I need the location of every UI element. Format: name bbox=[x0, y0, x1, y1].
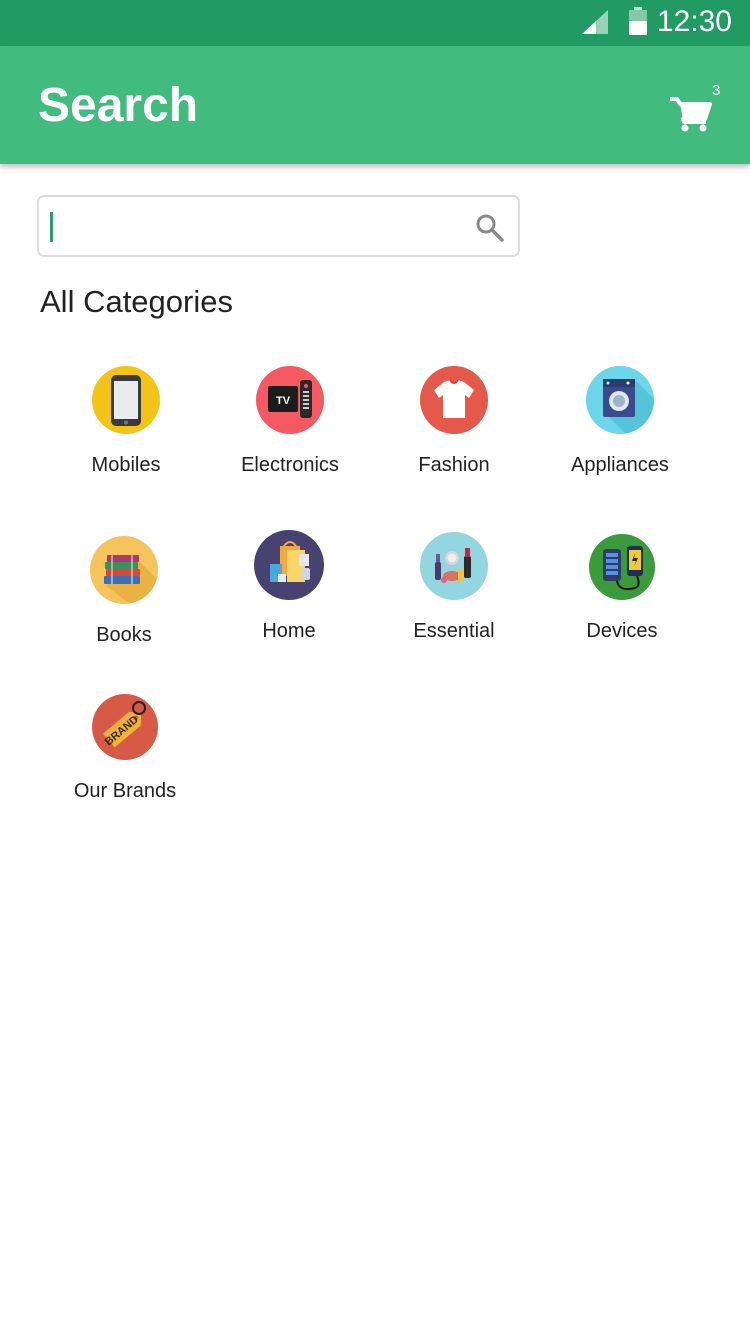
category-devices[interactable]: Devices bbox=[542, 534, 702, 644]
shopping-bags-icon bbox=[254, 530, 324, 600]
search-icon[interactable] bbox=[475, 213, 505, 248]
category-fashion[interactable]: Fashion bbox=[374, 366, 534, 478]
category-essential[interactable]: Essential bbox=[374, 532, 534, 644]
category-label: Home bbox=[262, 620, 316, 642]
categories-heading: All Categories bbox=[40, 284, 233, 319]
category-our-brands[interactable]: BRAND Our Brands bbox=[45, 694, 205, 804]
category-label: Appliances bbox=[571, 454, 669, 476]
search-input[interactable] bbox=[49, 205, 459, 247]
category-home[interactable]: Home bbox=[209, 530, 369, 644]
signal-icon bbox=[582, 10, 608, 39]
cart-button[interactable]: 3 bbox=[668, 82, 728, 136]
category-label: Electronics bbox=[241, 454, 339, 476]
washing-machine-icon bbox=[586, 366, 654, 434]
category-label: Devices bbox=[586, 620, 658, 642]
mobile-phone-icon bbox=[92, 366, 160, 434]
brand-tag-icon: BRAND bbox=[92, 694, 158, 760]
page-title: Search bbox=[38, 79, 199, 132]
category-label: Fashion bbox=[418, 454, 490, 476]
svg-text:TV: TV bbox=[276, 395, 291, 407]
category-label: Mobiles bbox=[91, 454, 161, 476]
cart-badge: 3 bbox=[712, 82, 721, 99]
search-box[interactable] bbox=[37, 195, 520, 257]
cosmetics-icon bbox=[420, 532, 488, 600]
status-time: 12:30 bbox=[656, 5, 732, 38]
text-cursor bbox=[50, 212, 53, 242]
status-bar: 12:30 bbox=[0, 0, 750, 46]
shopping-cart-icon bbox=[670, 97, 712, 132]
category-electronics[interactable]: TV Electronics bbox=[210, 366, 370, 478]
category-label: Essential bbox=[413, 620, 495, 642]
books-stack-icon bbox=[90, 536, 158, 604]
tv-remote-icon: TV bbox=[256, 366, 324, 434]
battery-icon bbox=[628, 7, 648, 40]
app-bar: Search 3 bbox=[0, 46, 750, 164]
category-label: Our Brands bbox=[73, 780, 177, 802]
power-bank-icon bbox=[589, 534, 655, 600]
t-shirt-icon bbox=[420, 366, 488, 434]
category-label: Books bbox=[96, 624, 152, 646]
category-mobiles[interactable]: Mobiles bbox=[46, 366, 206, 478]
category-books[interactable]: Books bbox=[44, 536, 204, 648]
category-appliances[interactable]: Appliances bbox=[540, 366, 700, 478]
